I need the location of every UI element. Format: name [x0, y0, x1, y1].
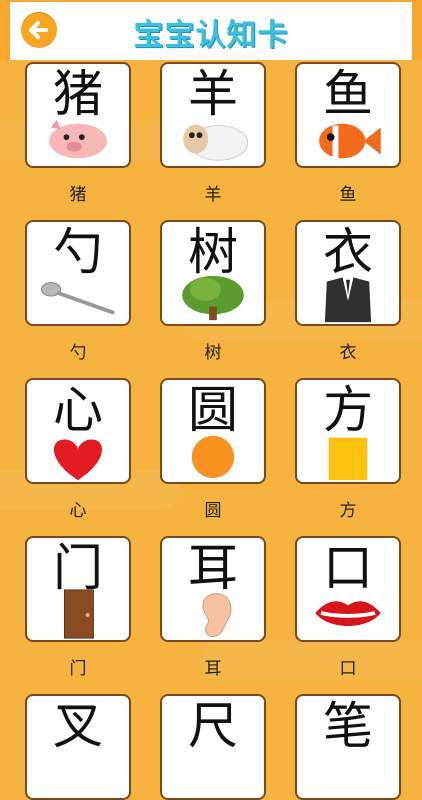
card-caption: 耳	[204, 659, 222, 679]
card-11[interactable]: 耳	[160, 536, 266, 642]
card-caption: 心	[69, 501, 87, 521]
spoon-icon	[40, 282, 115, 315]
square-icon	[328, 437, 368, 481]
card-caption: 猪	[69, 185, 87, 205]
card-caption: 门	[69, 659, 87, 679]
card-8[interactable]: 圆	[160, 378, 266, 484]
lips-icon	[315, 601, 381, 627]
card-9[interactable]: 方	[295, 378, 401, 484]
card-caption: 羊	[204, 185, 222, 205]
card-caption: 勺	[69, 343, 87, 363]
card-6[interactable]: 衣	[295, 220, 401, 326]
card-grid: 猪猪羊羊鱼鱼勺勺树树衣衣心心圆圆方方门门耳耳口口叉尺笔	[0, 0, 422, 800]
tree-icon	[182, 275, 244, 321]
card-character: 叉	[53, 697, 103, 755]
card-character: 笔	[323, 697, 373, 755]
card-2[interactable]: 羊	[160, 62, 266, 168]
card-caption: 方	[339, 501, 357, 521]
pig-icon	[49, 119, 107, 159]
card-caption: 树	[204, 343, 222, 363]
card-3[interactable]: 鱼	[295, 62, 401, 168]
circle-icon	[191, 435, 235, 479]
card-caption: 衣	[339, 343, 357, 363]
card-13[interactable]: 叉	[25, 694, 131, 800]
card-14[interactable]: 尺	[160, 694, 266, 800]
card-caption: 圆	[204, 501, 222, 521]
heart-icon	[53, 439, 103, 481]
door-icon	[64, 589, 94, 639]
card-character: 尺	[188, 697, 238, 755]
card-10[interactable]: 门	[25, 536, 131, 642]
card-4[interactable]: 勺	[25, 220, 131, 326]
ear-icon	[202, 593, 232, 637]
fish-icon	[319, 123, 381, 159]
suit-icon	[324, 275, 372, 323]
sheep-icon	[183, 124, 249, 161]
card-7[interactable]: 心	[25, 378, 131, 484]
card-1[interactable]: 猪	[25, 62, 131, 168]
card-12[interactable]: 口	[295, 536, 401, 642]
card-caption: 鱼	[339, 185, 357, 205]
card-caption: 口	[339, 659, 357, 679]
card-15[interactable]: 笔	[295, 694, 401, 800]
card-5[interactable]: 树	[160, 220, 266, 326]
